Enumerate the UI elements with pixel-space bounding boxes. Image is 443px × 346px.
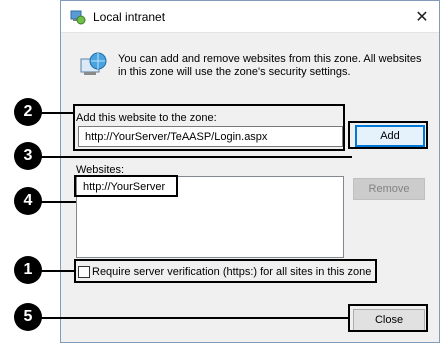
zone-icon [70, 10, 86, 25]
leader-line-3 [40, 156, 352, 158]
callout-badge-2: 2 [14, 98, 42, 126]
callout-box-1 [74, 259, 377, 283]
window-title: Local intranet [93, 10, 166, 24]
leader-line-5 [40, 317, 349, 319]
zone-description: You can add and remove websites from thi… [118, 53, 422, 78]
local-intranet-dialog: Local intranet ✕ You can add and remove … [60, 0, 440, 343]
remove-button: Remove [353, 178, 425, 200]
leader-line-2 [40, 112, 74, 114]
callout-badge-5: 5 [14, 303, 42, 331]
callout-box-2 [73, 104, 345, 151]
callout-box-5 [348, 304, 428, 332]
title-bar: Local intranet ✕ [61, 1, 439, 33]
callout-box-4 [74, 175, 178, 197]
callout-badge-1: 1 [14, 256, 42, 284]
leader-line-1 [40, 270, 75, 272]
leader-line-4 [40, 201, 76, 203]
callout-box-3 [348, 121, 428, 149]
callout-badge-3: 3 [14, 142, 42, 170]
callout-badge-4: 4 [14, 187, 42, 215]
close-icon[interactable]: ✕ [405, 1, 439, 32]
globe-computer-icon [80, 52, 107, 75]
